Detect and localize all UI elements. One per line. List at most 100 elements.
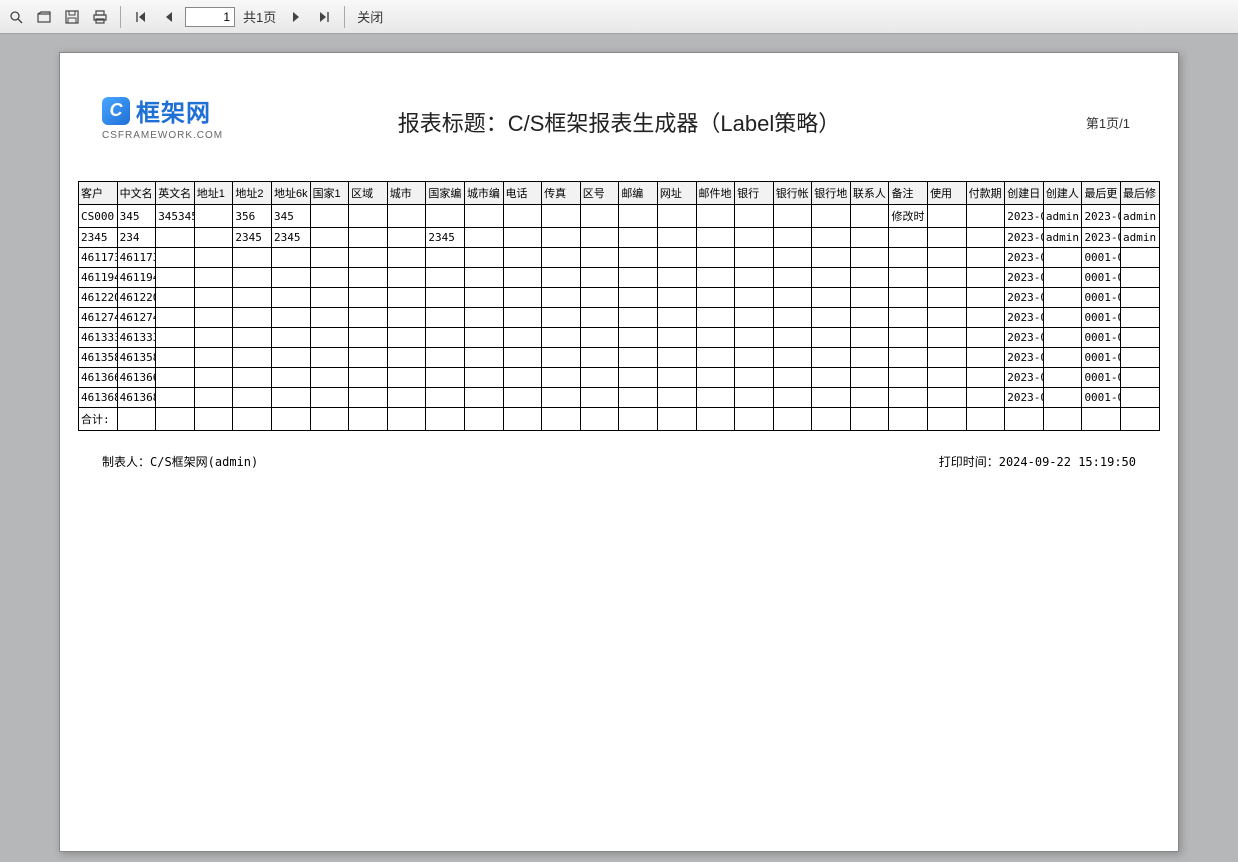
table-cell [503, 328, 542, 348]
table-cell [889, 248, 928, 268]
table-cell [542, 268, 581, 288]
table-cell [194, 388, 233, 408]
table-cell [889, 328, 928, 348]
table-cell [464, 368, 503, 388]
table-cell: 2023-0 [1005, 228, 1044, 248]
table-cell [310, 368, 349, 388]
print-icon[interactable] [88, 5, 112, 29]
table-cell [580, 248, 619, 268]
table-cell [194, 348, 233, 368]
table-cell [657, 408, 696, 431]
table-cell [928, 248, 967, 268]
table-cell [619, 205, 658, 228]
table-cell [580, 348, 619, 368]
preview-area: C 框架网 CSFRAMEWORK.COM 报表标题：C/S框架报表生成器（La… [0, 34, 1238, 862]
table-cell [773, 248, 812, 268]
table-cell: 2023-0 [1005, 368, 1044, 388]
table-cell [889, 388, 928, 408]
table-cell [271, 408, 310, 431]
table-cell [696, 328, 735, 348]
table-header-cell: 英文名 [156, 182, 195, 205]
toolbar: 共1页 关闭 [0, 0, 1238, 34]
table-cell: 461173 [117, 248, 156, 268]
table-cell [349, 228, 388, 248]
table-cell [156, 368, 195, 388]
table-cell [657, 308, 696, 328]
table-cell [1043, 408, 1082, 431]
separator [120, 6, 121, 28]
table-cell: 356 [233, 205, 272, 228]
table-cell [928, 268, 967, 288]
table-cell [928, 205, 967, 228]
table-cell [1121, 388, 1160, 408]
table-cell [464, 288, 503, 308]
table-cell: 2023-0 [1005, 388, 1044, 408]
table-header-cell: 银行 [735, 182, 774, 205]
close-button[interactable]: 关闭 [353, 7, 387, 26]
table-cell [619, 268, 658, 288]
last-page-icon[interactable] [312, 5, 336, 29]
table-cell [773, 288, 812, 308]
open-icon[interactable] [32, 5, 56, 29]
prev-page-icon[interactable] [157, 5, 181, 29]
page-number-input[interactable] [185, 7, 235, 27]
table-cell [387, 205, 426, 228]
table-cell [850, 268, 889, 288]
table-cell [1043, 308, 1082, 328]
table-cell [387, 268, 426, 288]
table-cell [696, 368, 735, 388]
table-cell [1043, 288, 1082, 308]
table-row: 4612204612202023-00001-0 [79, 288, 1160, 308]
table-cell [773, 348, 812, 368]
table-row: CS000345345345356345修改时2023-0admin2023-0… [79, 205, 1160, 228]
table-cell [1043, 388, 1082, 408]
table-cell [233, 248, 272, 268]
table-cell [966, 328, 1005, 348]
table-cell [657, 348, 696, 368]
table-cell [812, 348, 851, 368]
table-cell [426, 288, 465, 308]
table-cell [735, 205, 774, 228]
search-icon[interactable] [4, 5, 28, 29]
table-cell [812, 288, 851, 308]
table-cell [928, 308, 967, 328]
maker-label: 制表人：C/S框架网(admin) [102, 453, 258, 470]
table-cell [542, 408, 581, 431]
table-cell [735, 408, 774, 431]
save-icon[interactable] [60, 5, 84, 29]
table-header-cell: 中文名 [117, 182, 156, 205]
table-cell [850, 388, 889, 408]
table-cell [233, 268, 272, 288]
table-cell [349, 268, 388, 288]
table-cell: 345345 [156, 205, 195, 228]
next-page-icon[interactable] [284, 5, 308, 29]
table-cell [580, 308, 619, 328]
table-cell: admin [1043, 205, 1082, 228]
table-cell [426, 408, 465, 431]
table-header-cell: 传真 [542, 182, 581, 205]
table-cell [503, 248, 542, 268]
page-indicator: 第1页/1 [1086, 113, 1130, 132]
table-cell: 461333 [79, 328, 118, 348]
table-row: 4611734611732023-00001-0 [79, 248, 1160, 268]
table-cell [387, 228, 426, 248]
table-cell [387, 368, 426, 388]
table-header-cell: 最后修 [1121, 182, 1160, 205]
table-cell [850, 248, 889, 268]
table-header-cell: 使用 [928, 182, 967, 205]
table-cell [1121, 348, 1160, 368]
table-cell [1082, 408, 1121, 431]
table-cell [503, 288, 542, 308]
table-cell [773, 388, 812, 408]
table-cell [194, 328, 233, 348]
table-cell [194, 368, 233, 388]
table-cell [349, 328, 388, 348]
table-cell [503, 348, 542, 368]
table-cell [349, 205, 388, 228]
table-cell [426, 348, 465, 368]
table-header-cell: 邮编 [619, 182, 658, 205]
table-cell [1043, 248, 1082, 268]
table-cell [426, 205, 465, 228]
first-page-icon[interactable] [129, 5, 153, 29]
table-cell [542, 308, 581, 328]
